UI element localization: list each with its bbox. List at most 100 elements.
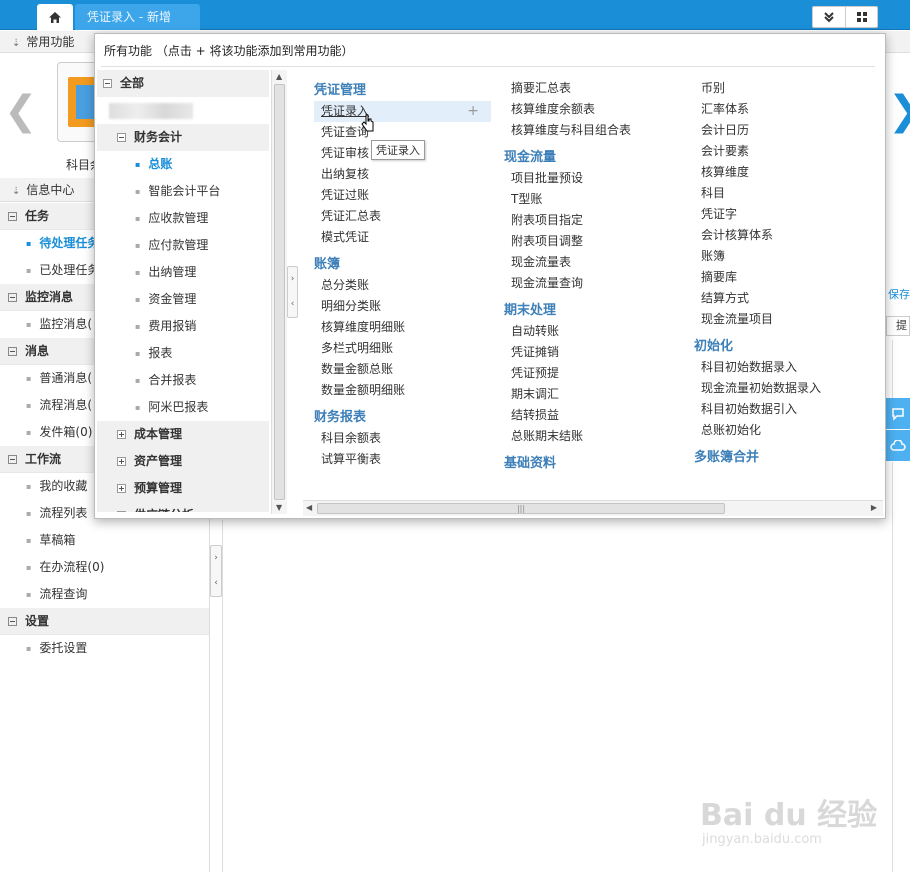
- scroll-down-icon[interactable]: ▼: [276, 503, 282, 512]
- menu-item[interactable]: 摘要库: [694, 267, 874, 288]
- expand-box-icon[interactable]: [117, 457, 126, 466]
- tree-scrollbar[interactable]: ▲ ▼: [271, 70, 287, 514]
- menu-item[interactable]: 总账期末结账: [504, 426, 684, 447]
- tree-item[interactable]: 合并报表: [97, 367, 269, 394]
- carousel-next-icon[interactable]: ❯: [888, 88, 910, 134]
- sidebar-item[interactable]: 草稿箱: [0, 527, 209, 554]
- menu-item[interactable]: 数量金额总账: [314, 359, 494, 380]
- tree-item[interactable]: 报表: [97, 340, 269, 367]
- menu-item[interactable]: 核算维度: [694, 162, 874, 183]
- menu-item[interactable]: 期末调汇: [504, 384, 684, 405]
- menu-item[interactable]: 数量金额明细账: [314, 380, 494, 401]
- collapse-box-icon[interactable]: [103, 79, 112, 88]
- tree-item[interactable]: 应收款管理: [97, 205, 269, 232]
- add-to-favorites-icon[interactable]: +: [467, 101, 479, 122]
- section-header[interactable]: 设置: [0, 608, 209, 635]
- menu-item[interactable]: 汇率体系: [694, 99, 874, 120]
- tree-item[interactable]: 智能会计平台: [97, 178, 269, 205]
- tree-item[interactable]: 出纳管理: [97, 259, 269, 286]
- menu-item[interactable]: 现金流量初始数据录入: [694, 378, 874, 399]
- save-link[interactable]: 保存: [888, 286, 910, 302]
- menu-item[interactable]: 附表项目指定: [504, 210, 684, 231]
- tree-group[interactable]: 资产管理: [97, 448, 269, 475]
- menu-item-label: 凭证审核: [321, 146, 370, 160]
- menu-item[interactable]: 币别: [694, 78, 874, 99]
- menu-item[interactable]: 凭证录入 +: [314, 101, 491, 122]
- popup-splitter[interactable]: › ‹: [287, 266, 298, 318]
- menu-item[interactable]: 现金流量查询: [504, 273, 684, 294]
- menu-item[interactable]: 现金流量项目: [694, 309, 874, 330]
- menu-item[interactable]: 会计核算体系: [694, 225, 874, 246]
- all-functions-popup: 所有功能 （点击 + 将该功能添加到常用功能） 全部财务会计总账智能会计平台应收…: [94, 33, 886, 519]
- tree-group[interactable]: 成本管理: [97, 421, 269, 448]
- carousel-prev-icon[interactable]: ❮: [4, 88, 38, 134]
- scroll-right-icon[interactable]: ▶: [871, 503, 877, 512]
- menu-item[interactable]: 结算方式: [694, 288, 874, 309]
- scrollbar-thumb[interactable]: [274, 84, 285, 500]
- menu-item[interactable]: 核算维度明细账: [314, 317, 494, 338]
- menu-item[interactable]: 模式凭证: [314, 227, 494, 248]
- menu-item[interactable]: 明细分类账: [314, 296, 494, 317]
- tab-voucher-entry[interactable]: 凭证录入 - 新增: [75, 4, 200, 30]
- menu-item[interactable]: 多栏式明细账: [314, 338, 494, 359]
- chat-icon[interactable]: [886, 398, 910, 430]
- menu-item[interactable]: 凭证摊销: [504, 342, 684, 363]
- menu-item[interactable]: 会计日历: [694, 120, 874, 141]
- scroll-up-icon[interactable]: ▲: [276, 72, 282, 81]
- tree-item[interactable]: 费用报销: [97, 313, 269, 340]
- expand-box-icon[interactable]: [117, 484, 126, 493]
- menu-item[interactable]: 核算维度余额表: [504, 99, 684, 120]
- tree-root[interactable]: 全部: [97, 70, 269, 97]
- tree-group[interactable]: 供应链分析: [97, 502, 269, 512]
- scrollbar-thumb[interactable]: |||: [317, 503, 725, 514]
- menu-item[interactable]: 附表项目调整: [504, 231, 684, 252]
- menu-item[interactable]: 试算平衡表: [314, 449, 494, 470]
- menu-item[interactable]: 总账初始化: [694, 420, 874, 441]
- menu-item[interactable]: 会计要素: [694, 141, 874, 162]
- menu-item[interactable]: 科目初始数据录入: [694, 357, 874, 378]
- tree-item[interactable]: 总账: [97, 151, 269, 178]
- scroll-left-icon[interactable]: ◀: [306, 503, 312, 512]
- menu-item[interactable]: 出纳复核: [314, 164, 494, 185]
- sidebar-splitter[interactable]: › ‹: [210, 545, 222, 597]
- tree-item[interactable]: 资金管理: [97, 286, 269, 313]
- menu-item[interactable]: 总分类账: [314, 275, 494, 296]
- sidebar-item[interactable]: 委托设置: [0, 635, 209, 662]
- collapse-box-icon[interactable]: [117, 133, 126, 142]
- expand-box-icon[interactable]: [117, 511, 126, 512]
- tree-group[interactable]: 财务会计: [97, 124, 269, 151]
- menu-item[interactable]: 核算维度与科目组合表: [504, 120, 684, 141]
- tree-item[interactable]: 阿米巴报表: [97, 394, 269, 421]
- home-tab[interactable]: [37, 4, 73, 30]
- menu-item[interactable]: 摘要汇总表: [504, 78, 684, 99]
- chevron-double-down-icon[interactable]: [813, 7, 845, 27]
- sidebar-item[interactable]: 流程查询: [0, 581, 209, 608]
- cloud-icon[interactable]: [886, 430, 910, 462]
- right-edge-field[interactable]: 提: [886, 316, 910, 336]
- menu-item[interactable]: 现金流量表: [504, 252, 684, 273]
- collapse-box-icon[interactable]: [8, 347, 17, 356]
- tree-item[interactable]: 应付款管理: [97, 232, 269, 259]
- collapse-box-icon[interactable]: [8, 617, 17, 626]
- menu-item[interactable]: 科目余额表: [314, 428, 494, 449]
- menu-item[interactable]: 项目批量预设: [504, 168, 684, 189]
- menu-item[interactable]: 科目: [694, 183, 874, 204]
- menu-item[interactable]: 凭证过账: [314, 185, 494, 206]
- menu-item[interactable]: 科目初始数据引入: [694, 399, 874, 420]
- menu-item[interactable]: 凭证字: [694, 204, 874, 225]
- menu-horizontal-scrollbar[interactable]: ◀ ||| ▶: [303, 500, 883, 516]
- menu-column-2: 摘要汇总表 核算维度余额表 核算维度与科目组合表 现金流量 项目批量预设 T型账 附表项目指…: [504, 74, 684, 474]
- menu-item[interactable]: 自动转账: [504, 321, 684, 342]
- collapse-box-icon[interactable]: [8, 293, 17, 302]
- collapse-box-icon[interactable]: [8, 212, 17, 221]
- menu-item[interactable]: 凭证预提: [504, 363, 684, 384]
- menu-item[interactable]: 账簿: [694, 246, 874, 267]
- grid-icon[interactable]: [845, 7, 877, 27]
- menu-item[interactable]: 结转损益: [504, 405, 684, 426]
- tree-group[interactable]: 预算管理: [97, 475, 269, 502]
- expand-box-icon[interactable]: [117, 430, 126, 439]
- menu-item[interactable]: T型账: [504, 189, 684, 210]
- menu-item[interactable]: 凭证汇总表: [314, 206, 494, 227]
- sidebar-item[interactable]: 在办流程(0): [0, 554, 209, 581]
- collapse-box-icon[interactable]: [8, 455, 17, 464]
